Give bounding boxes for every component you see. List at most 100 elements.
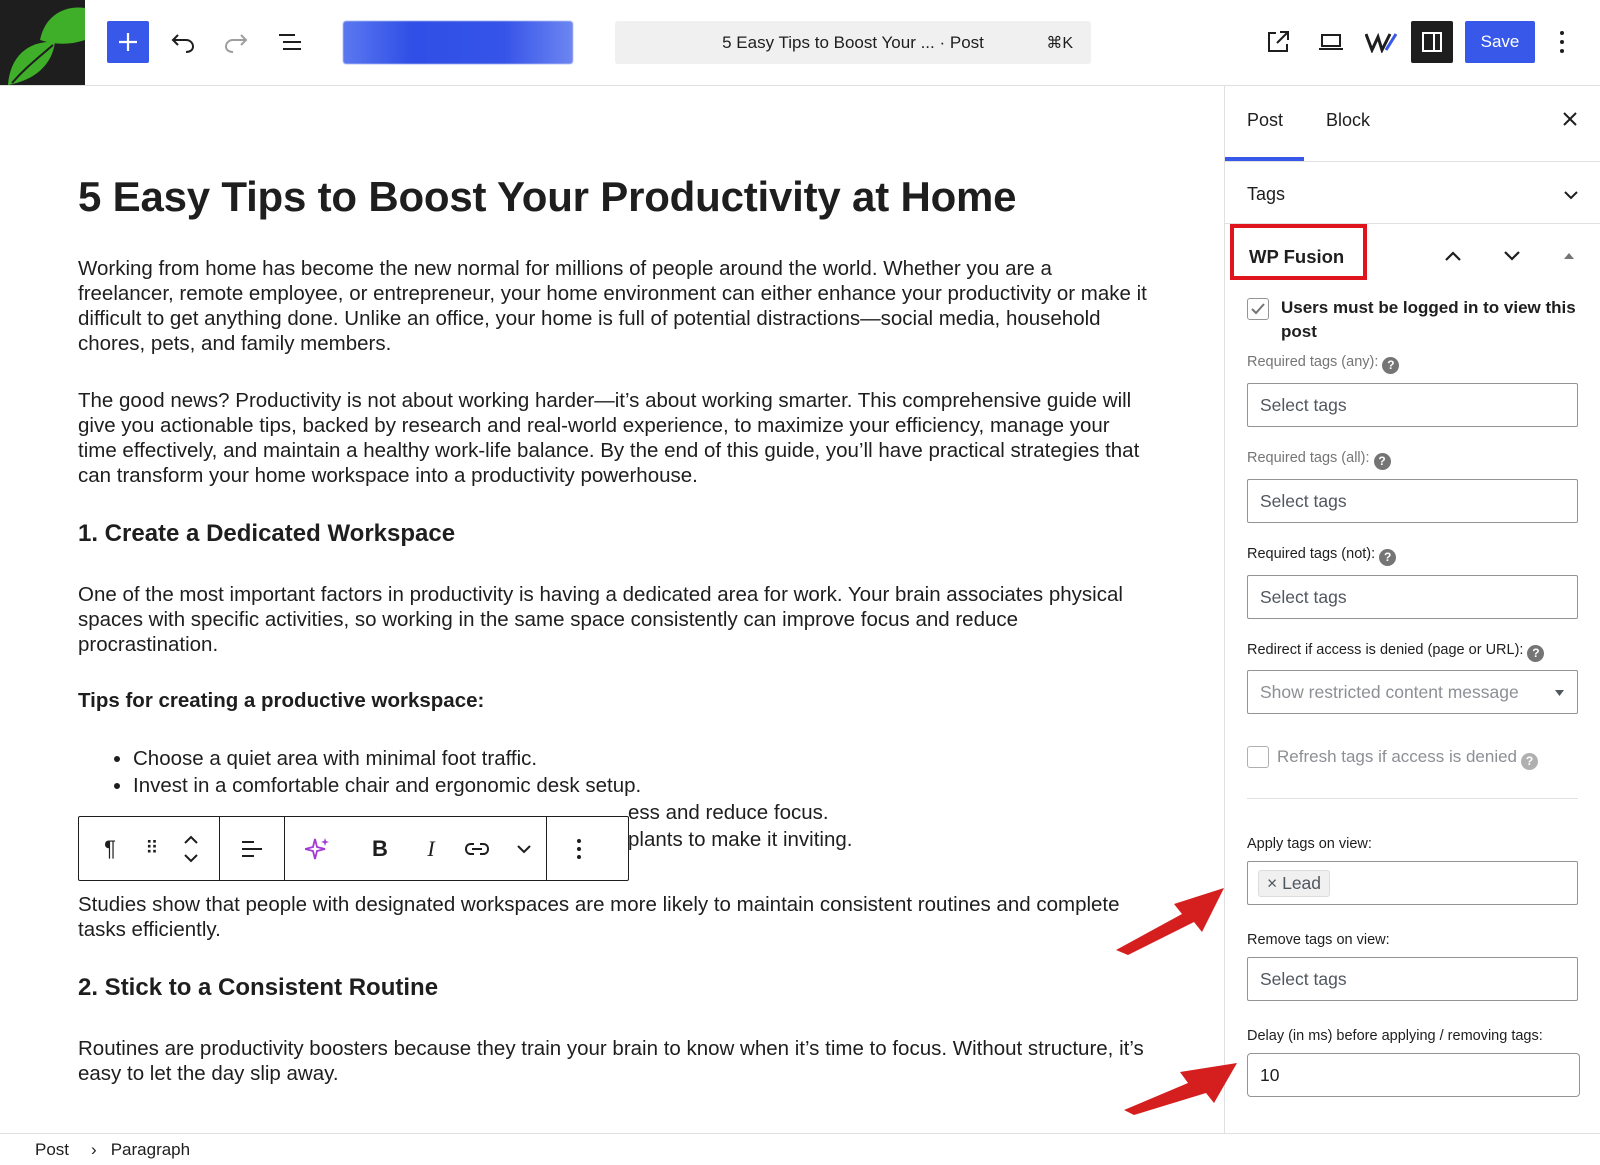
breadcrumb: Post › Paragraph [0, 1133, 1600, 1165]
checkmark-icon [1251, 303, 1265, 315]
help-icon[interactable]: ? [1382, 357, 1400, 374]
blurred-button[interactable] [343, 21, 573, 64]
list-view-icon [279, 34, 301, 50]
refresh-checkbox[interactable] [1247, 746, 1269, 768]
heading-routine[interactable]: 2. Stick to a Consistent Routine [78, 974, 1148, 1002]
paragraph-icon[interactable]: ¶ [79, 817, 141, 880]
settings-sidebar: Post Block Tags WP Fusion Users must be … [1224, 86, 1600, 1133]
chevron-down-icon [1564, 191, 1578, 200]
delay-label: Delay (in ms) before applying / removing… [1247, 1028, 1543, 1044]
ai-sparkle-button[interactable] [285, 817, 350, 880]
block-options-button[interactable] [547, 817, 611, 880]
block-toolbar: ¶ ⠿ B I [78, 816, 629, 881]
site-logo[interactable] [0, 0, 85, 85]
required-not-select[interactable]: Select tags [1247, 575, 1578, 619]
redirect-value: Show restricted content message [1260, 682, 1519, 702]
sparkle-icon [304, 837, 329, 859]
required-not-text: Required tags (not): [1247, 546, 1376, 562]
align-button[interactable] [220, 817, 284, 880]
paragraph-intro[interactable]: Working from home has become the new nor… [78, 256, 1148, 356]
logged-in-checkbox[interactable] [1247, 298, 1269, 320]
undo-icon [171, 34, 195, 53]
external-link-icon [1268, 31, 1289, 52]
divider [1247, 798, 1578, 799]
breadcrumb-separator: › [91, 1139, 97, 1159]
chevron-up-down-icon [184, 835, 198, 862]
preview-button[interactable] [1311, 22, 1351, 62]
collapse-triangle-icon[interactable] [1563, 251, 1575, 260]
tag-chip-label: Lead [1282, 873, 1322, 893]
wp-fusion-title[interactable]: WP Fusion [1230, 224, 1367, 280]
post-title[interactable]: 5 Easy Tips to Boost Your Productivity a… [78, 173, 1148, 220]
paragraph-good-news[interactable]: The good news? Productivity is not about… [78, 388, 1148, 488]
wp-fusion-button[interactable] [1361, 22, 1401, 62]
redo-button[interactable] [216, 22, 256, 62]
annotation-arrow [1116, 888, 1224, 955]
kebab-icon [577, 838, 581, 859]
remove-tags-select[interactable]: Select tags [1247, 957, 1578, 1001]
editor-canvas: 5 Easy Tips to Boost Your Productivity a… [0, 86, 1224, 1133]
delay-input[interactable]: 10 [1247, 1053, 1580, 1097]
redirect-select[interactable]: Show restricted content message [1247, 670, 1578, 714]
move-down-button[interactable] [1503, 250, 1521, 262]
required-any-text: Required tags (any): [1247, 354, 1379, 370]
refresh-text: Refresh tags if access is denied [1277, 747, 1518, 766]
tag-chip[interactable]: × Lead [1258, 870, 1331, 897]
align-left-icon [242, 840, 262, 857]
required-any-label: Required tags (any):? [1247, 354, 1400, 374]
save-button[interactable]: Save [1465, 21, 1535, 63]
move-up-button[interactable] [1444, 250, 1462, 262]
close-sidebar-button[interactable] [1561, 108, 1579, 134]
shortcut-hint: ⌘K [1046, 34, 1073, 52]
kebab-icon [1560, 31, 1564, 53]
breadcrumb-paragraph[interactable]: Paragraph [111, 1140, 190, 1160]
dropdown-arrow-icon [1555, 690, 1564, 696]
more-formats-button[interactable] [502, 817, 546, 880]
help-icon[interactable]: ? [1373, 453, 1391, 470]
apply-tags-select[interactable]: × Lead [1247, 861, 1578, 905]
italic-button[interactable]: I [410, 817, 452, 880]
plus-icon [119, 33, 137, 51]
link-button[interactable] [452, 817, 502, 880]
sidebar-icon [1422, 32, 1442, 52]
tab-block[interactable]: Block [1326, 110, 1370, 131]
add-block-button[interactable] [107, 21, 149, 63]
refresh-label: Refresh tags if access is denied? [1277, 747, 1539, 770]
tab-post[interactable]: Post [1247, 110, 1283, 131]
tips-heading[interactable]: Tips for creating a productive workspace… [78, 689, 1148, 713]
breadcrumb-post[interactable]: Post [35, 1140, 69, 1160]
undo-button[interactable] [163, 22, 203, 62]
remove-tags-label: Remove tags on view: [1247, 932, 1390, 948]
options-button[interactable] [1547, 22, 1577, 62]
active-tab-indicator [1225, 157, 1304, 161]
paragraph-studies[interactable]: Studies show that people with designated… [78, 892, 1148, 942]
command-palette[interactable]: 5 Easy Tips to Boost Your ... · Post ⌘K [615, 21, 1091, 64]
help-icon[interactable]: ? [1379, 549, 1397, 566]
tags-panel-title: Tags [1247, 184, 1286, 204]
wp-fusion-logo-icon [1365, 32, 1397, 53]
help-icon[interactable]: ? [1521, 753, 1539, 770]
apply-tags-label: Apply tags on view: [1247, 836, 1372, 852]
paragraph-routine[interactable]: Routines are productivity boosters becau… [78, 1036, 1148, 1086]
paragraph-workspace[interactable]: One of the most important factors in pro… [78, 582, 1148, 657]
help-icon[interactable]: ? [1527, 645, 1545, 662]
move-up-down-button[interactable] [163, 817, 219, 880]
remove-tag-icon[interactable]: × [1267, 873, 1282, 893]
required-all-label: Required tags (all):? [1247, 450, 1391, 470]
redirect-text: Redirect if access is denied (page or UR… [1247, 642, 1524, 658]
list-item[interactable]: Invest in a comfortable chair and ergono… [133, 772, 1148, 799]
view-post-button[interactable] [1258, 22, 1298, 62]
tags-panel-header[interactable]: Tags [1225, 162, 1600, 224]
heading-workspace[interactable]: 1. Create a Dedicated Workspace [78, 520, 1148, 548]
settings-toggle-button[interactable] [1411, 21, 1453, 63]
link-icon [464, 842, 490, 855]
required-any-select[interactable]: Select tags [1247, 383, 1578, 427]
document-overview-button[interactable] [270, 22, 310, 62]
drag-handle-icon[interactable]: ⠿ [141, 817, 163, 880]
bold-button[interactable]: B [350, 817, 410, 880]
list-item[interactable]: Choose a quiet area with minimal foot tr… [133, 745, 1148, 772]
sidebar-tabs: Post Block [1225, 86, 1600, 162]
editor-header: 5 Easy Tips to Boost Your ... · Post ⌘K … [0, 0, 1600, 86]
annotation-arrow [1124, 1063, 1237, 1115]
required-all-select[interactable]: Select tags [1247, 479, 1578, 523]
